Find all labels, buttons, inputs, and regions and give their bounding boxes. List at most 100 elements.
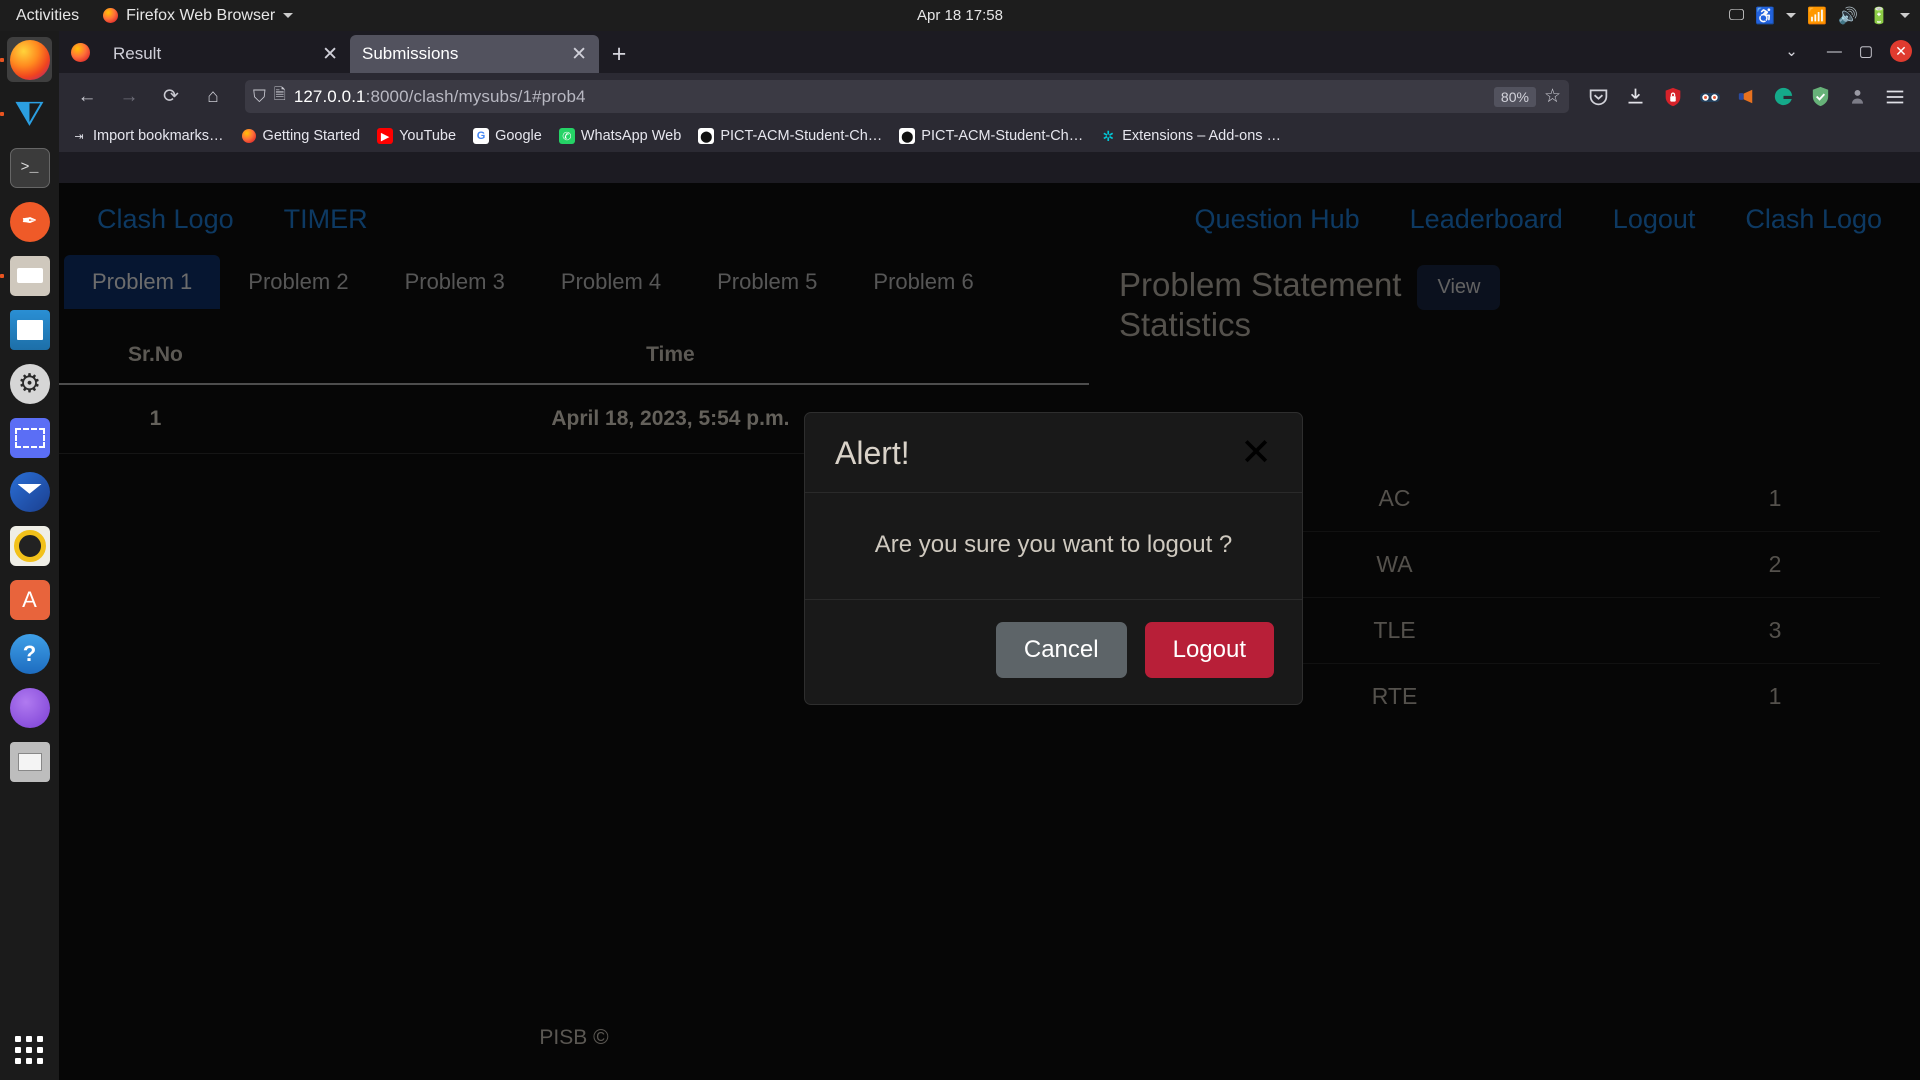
dock-item-writer[interactable]	[7, 307, 52, 352]
web-page-content: Clash Logo TIMER Question Hub Leaderboar…	[59, 183, 1920, 1080]
inkscape-icon: ✒	[9, 201, 50, 242]
bookmark-google[interactable]: G Google	[473, 128, 542, 144]
list-all-tabs-icon[interactable]: ⌄	[1785, 42, 1798, 60]
show-applications-button[interactable]	[14, 1036, 45, 1066]
bookmark-import[interactable]: ⇥ Import bookmarks…	[71, 128, 223, 144]
terminal-icon: >_	[9, 147, 50, 188]
bookmark-star-icon[interactable]: ☆	[1544, 85, 1561, 108]
import-icon: ⇥	[74, 130, 84, 143]
bookmark-label: WhatsApp Web	[580, 128, 682, 144]
youtube-icon: ▶	[377, 128, 394, 144]
screencast-icon: 🖵	[1728, 6, 1745, 24]
dock-item-media[interactable]	[7, 523, 52, 568]
zoom-level-badge[interactable]: 80%	[1493, 86, 1536, 107]
power-menu-icon[interactable]	[1900, 13, 1910, 18]
bookmark-youtube[interactable]: ▶ YouTube	[377, 128, 456, 144]
mail-icon	[9, 471, 50, 512]
modal-footer: Cancel Logout	[805, 600, 1302, 704]
red-shield-lock-icon[interactable]	[1657, 81, 1688, 112]
new-tab-button[interactable]: +	[599, 35, 639, 73]
goggles-icon[interactable]	[1694, 81, 1725, 112]
bookmark-pict-acm-2[interactable]: ⬤ PICT-ACM-Student-Ch…	[899, 128, 1083, 144]
tab-title: Submissions	[362, 44, 459, 63]
adguard-shield-icon[interactable]	[1805, 81, 1836, 112]
logout-button[interactable]: Logout	[1144, 622, 1274, 678]
megaphone-icon[interactable]	[1731, 81, 1762, 112]
bookmark-label: PICT-ACM-Student-Ch…	[720, 128, 883, 144]
url-bar[interactable]: ⛉ 🗎 127.0.0.1:8000/clash/mysubs/1#prob4 …	[245, 80, 1569, 113]
bookmark-label: PICT-ACM-Student-Ch…	[921, 128, 1084, 144]
ubuntu-software-icon: A	[9, 579, 50, 620]
forward-button[interactable]: →	[111, 81, 147, 113]
bookmark-whatsapp[interactable]: ✆ WhatsApp Web	[558, 128, 682, 144]
minimize-button[interactable]: —	[1827, 43, 1842, 60]
dock-item-software[interactable]: A	[7, 577, 52, 622]
shield-icon[interactable]: ⛉	[253, 87, 266, 107]
bookmark-label: Getting Started	[262, 128, 361, 144]
dock-item-vscode[interactable]: ⧨	[7, 91, 52, 136]
dock-item-inkscape[interactable]: ✒	[7, 199, 52, 244]
modal-title: Alert!	[835, 435, 910, 471]
grammarly-icon[interactable]	[1768, 81, 1799, 112]
chevron-down-icon	[283, 13, 294, 18]
system-clock[interactable]: Apr 18 17:58	[917, 7, 1003, 24]
network-graph-icon	[9, 687, 50, 728]
navigation-toolbar: ← → ⟳ ⌂ ⛉ 🗎 127.0.0.1:8000/clash/mysubs/…	[59, 73, 1920, 120]
tab-bar: Result ✕ Submissions ✕ + ⌄ — ▢ ✕	[59, 31, 1920, 73]
tab-submissions[interactable]: Submissions ✕	[350, 35, 599, 73]
github-icon: ⬤	[899, 128, 916, 144]
close-window-button[interactable]: ✕	[1890, 40, 1912, 62]
url-path: :8000/clash/mysubs/1#prob4	[365, 86, 586, 106]
dock-item-settings[interactable]: ⚙	[7, 361, 52, 406]
modal-message: Are you sure you want to logout ?	[805, 493, 1302, 600]
dock-item-firefox[interactable]	[7, 37, 52, 82]
logout-confirmation-modal: Alert! ✕ Are you sure you want to logout…	[804, 412, 1303, 705]
url-text[interactable]: 127.0.0.1:8000/clash/mysubs/1#prob4	[294, 87, 1486, 107]
app-menu[interactable]: Firefox Web Browser	[93, 7, 303, 25]
system-top-bar: Activities Firefox Web Browser Apr 18 17…	[0, 0, 1920, 31]
firefox-icon	[103, 8, 119, 23]
dock-item-thunderbird[interactable]	[7, 469, 52, 514]
dock-item-terminal[interactable]: >_	[7, 145, 52, 190]
menu-icon[interactable]	[1879, 81, 1910, 112]
dock-item-network-app[interactable]	[7, 685, 52, 730]
tab-result[interactable]: Result ✕	[101, 35, 350, 73]
app-menu-label: Firefox Web Browser	[126, 6, 276, 24]
dock-item-files[interactable]	[7, 253, 52, 298]
bookmark-label: Google	[495, 128, 542, 144]
back-button[interactable]: ←	[69, 81, 105, 113]
bookmark-label: Extensions – Add-ons …	[1122, 128, 1282, 144]
bookmark-extensions[interactable]: ✲ Extensions – Add-ons …	[1100, 128, 1282, 145]
close-icon[interactable]: ✕	[322, 45, 338, 64]
media-icon	[9, 525, 50, 566]
close-icon[interactable]: ✕	[1240, 434, 1272, 471]
dock-item-screenshot[interactable]	[7, 415, 52, 460]
bookmark-pict-acm-1[interactable]: ⬤ PICT-ACM-Student-Ch…	[698, 128, 882, 144]
firefox-window: Result ✕ Submissions ✕ + ⌄ — ▢ ✕ ← → ⟳ ⌂…	[59, 31, 1920, 1080]
account-icon[interactable]	[1842, 81, 1873, 112]
screenshot-icon	[9, 417, 50, 458]
close-icon[interactable]: ✕	[571, 45, 587, 64]
dock-item-clipboard[interactable]	[7, 739, 52, 784]
dock-item-help[interactable]: ?	[7, 631, 52, 676]
accessibility-icon: ♿	[1755, 7, 1776, 25]
download-icon[interactable]	[1620, 81, 1651, 112]
clipboard-icon	[9, 741, 50, 782]
url-host: 127.0.0.1	[293, 86, 366, 106]
bookmark-getting-started[interactable]: Getting Started	[241, 128, 361, 144]
firefox-icon	[9, 39, 50, 80]
google-icon: G	[473, 128, 490, 144]
activities-button[interactable]: Activities	[0, 7, 93, 25]
whatsapp-icon: ✆	[558, 128, 575, 144]
pocket-icon[interactable]	[1583, 81, 1614, 112]
tray-chevron-icon	[1786, 13, 1797, 18]
document-icon	[9, 309, 50, 350]
home-button[interactable]: ⌂	[195, 81, 231, 113]
system-tray[interactable]: 🖵 ♿ 📶 🔊 🔋	[1729, 6, 1910, 26]
reload-button[interactable]: ⟳	[153, 81, 189, 113]
cancel-button[interactable]: Cancel	[995, 622, 1127, 678]
bookmarks-bar: ⇥ Import bookmarks… Getting Started ▶ Yo…	[59, 120, 1920, 152]
maximize-button[interactable]: ▢	[1859, 42, 1873, 60]
files-icon	[9, 255, 50, 296]
gear-icon: ⚙	[9, 363, 50, 404]
